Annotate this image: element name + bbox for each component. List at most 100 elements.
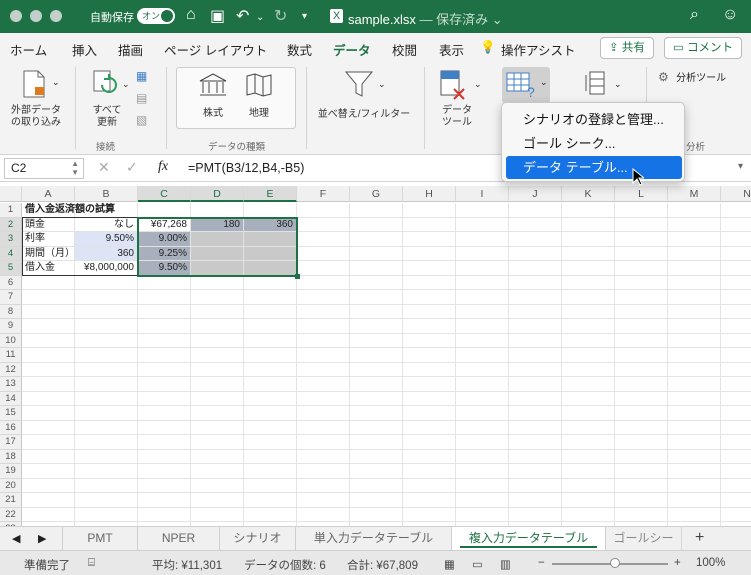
column-header[interactable]: I <box>456 186 509 202</box>
sheet-tab[interactable]: NPER <box>138 527 220 550</box>
cell-A3[interactable]: 利率 <box>22 232 75 247</box>
save-icon[interactable]: ▣ <box>210 6 225 26</box>
prev-sheet-icon[interactable]: ◀ <box>12 532 20 545</box>
cell-B3[interactable]: 9.50% <box>75 232 138 247</box>
menu-item-data-table[interactable]: データ テーブル... <box>506 156 682 179</box>
row-header[interactable]: 16 <box>0 420 22 435</box>
zoom-window-button[interactable] <box>50 10 62 22</box>
cell-A4[interactable]: 期間（月） <box>22 246 75 261</box>
cell-D4[interactable] <box>191 246 244 261</box>
zoom-in-button[interactable]: + <box>674 557 681 569</box>
row-header[interactable]: 1 <box>0 203 22 218</box>
autosave-toggle[interactable]: オン <box>137 8 175 24</box>
row-header[interactable]: 5 <box>0 261 22 276</box>
column-header[interactable]: A <box>22 186 75 202</box>
properties-icon[interactable]: ▤ <box>136 91 147 105</box>
cell-C3[interactable]: 9.00% <box>138 232 191 247</box>
page-layout-view-icon[interactable]: ▭ <box>472 557 483 571</box>
connections-icon[interactable]: ▦ <box>136 69 147 83</box>
undo-menu-icon[interactable]: ⌄ <box>256 12 264 23</box>
enter-formula-icon[interactable]: ✓ <box>126 159 138 176</box>
column-header[interactable]: C <box>138 186 191 202</box>
row-header[interactable]: 22 <box>0 507 22 522</box>
insert-function-icon[interactable]: fx <box>158 159 168 175</box>
formula-input[interactable]: =PMT(B3/12,B4,-B5) <box>188 161 304 175</box>
column-header[interactable]: E <box>244 186 297 202</box>
cell-E5[interactable] <box>244 261 297 276</box>
edit-links-icon[interactable]: ▧ <box>136 113 147 127</box>
tab-draw[interactable]: 描画 <box>118 40 143 59</box>
menu-item-scenario-manager[interactable]: シナリオの登録と管理... <box>506 108 682 131</box>
cancel-formula-icon[interactable]: ✕ <box>98 159 110 176</box>
zoom-level[interactable]: 100% <box>696 557 725 569</box>
column-header[interactable]: H <box>403 186 456 202</box>
cell-A1[interactable]: 借入金返済額の試算 <box>22 203 115 218</box>
tab-review[interactable]: 校閲 <box>392 40 417 59</box>
account-icon[interactable]: ☺ <box>722 6 738 24</box>
zoom-slider-knob[interactable] <box>610 558 620 568</box>
next-sheet-icon[interactable]: ▶ <box>38 532 46 545</box>
minimize-window-button[interactable] <box>30 10 42 22</box>
analysis-tools-button[interactable]: ⚙ 分析ツール <box>658 69 748 87</box>
row-header[interactable]: 12 <box>0 362 22 377</box>
cell-C4[interactable]: 9.25% <box>138 246 191 261</box>
accessibility-icon[interactable]: ⌸ <box>88 557 95 570</box>
cell-E4[interactable] <box>244 246 297 261</box>
row-header[interactable]: 17 <box>0 435 22 450</box>
cell-C5[interactable]: 9.50% <box>138 261 191 276</box>
stocks-button[interactable]: 株式 <box>195 72 231 124</box>
sheet-tab[interactable]: PMT <box>62 527 138 550</box>
cell-B2[interactable]: なし <box>75 217 138 232</box>
zoom-slider[interactable] <box>552 558 668 568</box>
geography-button[interactable]: 地理 <box>241 72 277 124</box>
home-icon[interactable]: ⌂ <box>186 6 196 24</box>
row-header[interactable]: 2 <box>0 217 22 232</box>
name-box[interactable]: C2 ▲ ▼ <box>4 158 84 179</box>
close-window-button[interactable] <box>10 10 22 22</box>
cell-A5[interactable]: 借入金 <box>22 261 75 276</box>
external-data-button[interactable]: ⌄ 外部データ の取り込み <box>8 69 64 131</box>
row-header[interactable]: 6 <box>0 275 22 290</box>
row-header[interactable]: 18 <box>0 449 22 464</box>
sheet-tab[interactable]: ゴールシー <box>606 527 682 550</box>
column-header[interactable]: M <box>668 186 721 202</box>
cell-B5[interactable]: ¥8,000,000 <box>75 261 138 276</box>
row-header[interactable]: 3 <box>0 232 22 247</box>
row-header[interactable]: 15 <box>0 406 22 421</box>
column-header[interactable]: D <box>191 186 244 202</box>
row-header[interactable]: 20 <box>0 478 22 493</box>
tab-page-layout[interactable]: ページ レイアウト <box>164 40 267 59</box>
row-header[interactable]: 19 <box>0 464 22 479</box>
cell-D2[interactable]: 180 <box>191 217 244 232</box>
sheet-tab[interactable]: シナリオ <box>220 527 296 550</box>
cell-D3[interactable] <box>191 232 244 247</box>
cell-D5[interactable] <box>191 261 244 276</box>
column-header[interactable]: F <box>297 186 350 202</box>
tab-home[interactable]: ホーム <box>10 40 47 59</box>
file-status-chevron-icon[interactable]: ⌄ <box>492 12 503 27</box>
fill-handle[interactable] <box>295 274 300 279</box>
row-header[interactable]: 13 <box>0 377 22 392</box>
column-header[interactable]: J <box>509 186 562 202</box>
row-header[interactable]: 8 <box>0 304 22 319</box>
menu-item-goal-seek[interactable]: ゴール シーク... <box>506 132 682 155</box>
cell-A2[interactable]: 頭金 <box>22 217 75 232</box>
search-icon[interactable]: ⌕ <box>690 6 699 24</box>
tab-data[interactable]: データ <box>333 40 371 65</box>
share-button[interactable]: ⇪ 共有 <box>600 37 654 59</box>
cell-E3[interactable] <box>244 232 297 247</box>
page-break-view-icon[interactable]: ▥ <box>500 557 511 571</box>
customize-toolbar-icon[interactable]: ▾ <box>302 11 307 22</box>
expand-formula-icon[interactable]: ▾ <box>738 161 743 172</box>
column-header[interactable]: N <box>721 186 751 202</box>
tab-insert[interactable]: 挿入 <box>72 40 97 59</box>
what-if-analysis-button[interactable]: ? ⌄ <box>502 67 550 103</box>
row-header[interactable]: 10 <box>0 333 22 348</box>
redo-icon[interactable]: ↻ <box>274 6 287 26</box>
undo-icon[interactable]: ↶ <box>236 6 249 26</box>
tab-view[interactable]: 表示 <box>439 40 464 59</box>
comment-button[interactable]: ▭ コメント <box>664 37 743 59</box>
data-tools-button[interactable]: ⌄ データ ツール <box>432 69 482 131</box>
column-header[interactable]: K <box>562 186 615 202</box>
column-header[interactable]: B <box>75 186 138 202</box>
